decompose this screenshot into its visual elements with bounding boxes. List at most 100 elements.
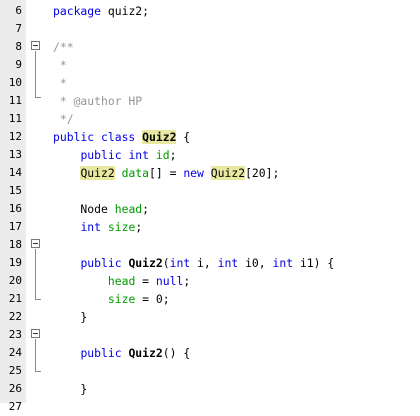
- line-number: 22: [8, 310, 22, 323]
- code-token: i0,: [245, 256, 273, 270]
- code-token: i1) {: [299, 256, 335, 270]
- line-number: 7: [15, 22, 22, 35]
- code-token: int: [217, 256, 246, 270]
- code-line[interactable]: 12 public class Quiz2 {: [0, 128, 420, 146]
- line-number: 21: [8, 292, 22, 305]
- code-editor[interactable]: 6 package quiz2; 7 8/** 9 * 10 * 11 * @author …: [0, 0, 420, 413]
- collapse-box-icon[interactable]: [31, 329, 40, 338]
- code-token: }: [53, 310, 88, 324]
- code-line[interactable]: 21 size = 0;: [0, 290, 420, 308]
- code-text: }: [53, 380, 87, 398]
- fold-end-marker: [35, 299, 41, 300]
- code-token: *: [53, 76, 67, 90]
- code-line[interactable]: 24 public Quiz2() {: [0, 344, 420, 362]
- line-number: 23: [8, 328, 22, 341]
- code-token: public class: [53, 130, 143, 144]
- code-token: head: [114, 202, 143, 216]
- code-text: head = null;: [53, 272, 190, 290]
- code-token: * @author HP: [53, 94, 143, 108]
- collapse-box-icon[interactable]: [31, 41, 40, 50]
- line-number: 11: [8, 94, 22, 107]
- code-text: *: [53, 74, 67, 92]
- code-text: public class Quiz2 {: [53, 128, 190, 146]
- code-line[interactable]: 15: [0, 182, 420, 200]
- line-number: 27: [8, 400, 22, 413]
- code-token: package: [53, 4, 102, 18]
- code-line[interactable]: 26 }: [0, 380, 420, 398]
- fold-end-marker: [35, 371, 41, 372]
- code-token: */: [53, 112, 74, 126]
- line-number: 12: [8, 130, 22, 143]
- collapse-box-icon[interactable]: [31, 239, 40, 248]
- code-token: i,: [197, 256, 218, 270]
- code-token: int: [169, 256, 198, 270]
- code-token: ;: [183, 274, 191, 288]
- code-token: data: [121, 166, 150, 180]
- code-line[interactable]: 10 *: [0, 74, 420, 92]
- code-text: public Quiz2(int i, int i0, int i1) {: [53, 254, 334, 272]
- line-number: 11: [8, 112, 22, 125]
- line-number: 14: [8, 166, 22, 179]
- code-token: =: [135, 274, 156, 288]
- code-line[interactable]: 18: [0, 236, 420, 254]
- code-text: */: [53, 110, 74, 128]
- line-number: 13: [8, 148, 22, 161]
- code-text: public Quiz2() {: [53, 344, 190, 362]
- code-line[interactable]: 6 package quiz2;: [0, 2, 420, 20]
- line-number: 25: [8, 364, 22, 377]
- code-line[interactable]: 11 */: [0, 110, 420, 128]
- code-token: Quiz2: [142, 130, 177, 144]
- code-token: [20];: [245, 166, 280, 180]
- code-token: ;: [169, 148, 177, 162]
- code-text: int size;: [53, 218, 142, 236]
- code-text: *: [53, 56, 67, 74]
- line-number: 9: [15, 58, 22, 71]
- code-line[interactable]: 8 /**: [0, 38, 420, 56]
- code-token: Quiz2: [210, 166, 246, 180]
- line-number: 20: [8, 274, 22, 287]
- code-line[interactable]: 13 public int id;: [0, 146, 420, 164]
- code-text: public int id;: [53, 146, 176, 164]
- code-line[interactable]: 23: [0, 326, 420, 344]
- code-line[interactable]: 9 *: [0, 56, 420, 74]
- code-line[interactable]: 11 * @author HP: [0, 92, 420, 110]
- code-token: Node: [53, 202, 115, 216]
- line-number: 17: [8, 220, 22, 233]
- code-line[interactable]: 22 }: [0, 308, 420, 326]
- code-text: Quiz2 data[] = new Quiz2[20];: [53, 164, 279, 182]
- code-line[interactable]: 25: [0, 362, 420, 380]
- code-line[interactable]: 16 Node head;: [0, 200, 420, 218]
- code-token: () {: [162, 346, 191, 360]
- code-line[interactable]: 27: [0, 398, 420, 416]
- code-line[interactable]: 14 Quiz2 data[] = new Quiz2[20];: [0, 164, 420, 182]
- code-line[interactable]: 20 head = null;: [0, 272, 420, 290]
- code-token: public int: [80, 148, 156, 162]
- code-token: int: [80, 220, 108, 234]
- code-token: size: [107, 292, 136, 306]
- code-text: * @author HP: [53, 92, 142, 110]
- code-token: *: [53, 58, 67, 72]
- code-line[interactable]: 7: [0, 20, 420, 38]
- code-token: Quiz2: [80, 166, 115, 180]
- code-token: new: [183, 166, 211, 180]
- line-number: 15: [8, 184, 22, 197]
- line-number: 26: [8, 382, 22, 395]
- code-line[interactable]: 19 public Quiz2(int i, int i0, int i1) {: [0, 254, 420, 272]
- code-text: Node head;: [53, 200, 149, 218]
- code-token: ;: [135, 220, 143, 234]
- code-token: head: [107, 274, 136, 288]
- line-number: 18: [8, 238, 22, 251]
- line-number: 24: [8, 346, 22, 359]
- code-text: size = 0;: [53, 290, 170, 308]
- code-token: {: [176, 130, 191, 144]
- fold-guide: [35, 249, 36, 299]
- code-line[interactable]: 17 int size;: [0, 218, 420, 236]
- code-token: public: [80, 256, 129, 270]
